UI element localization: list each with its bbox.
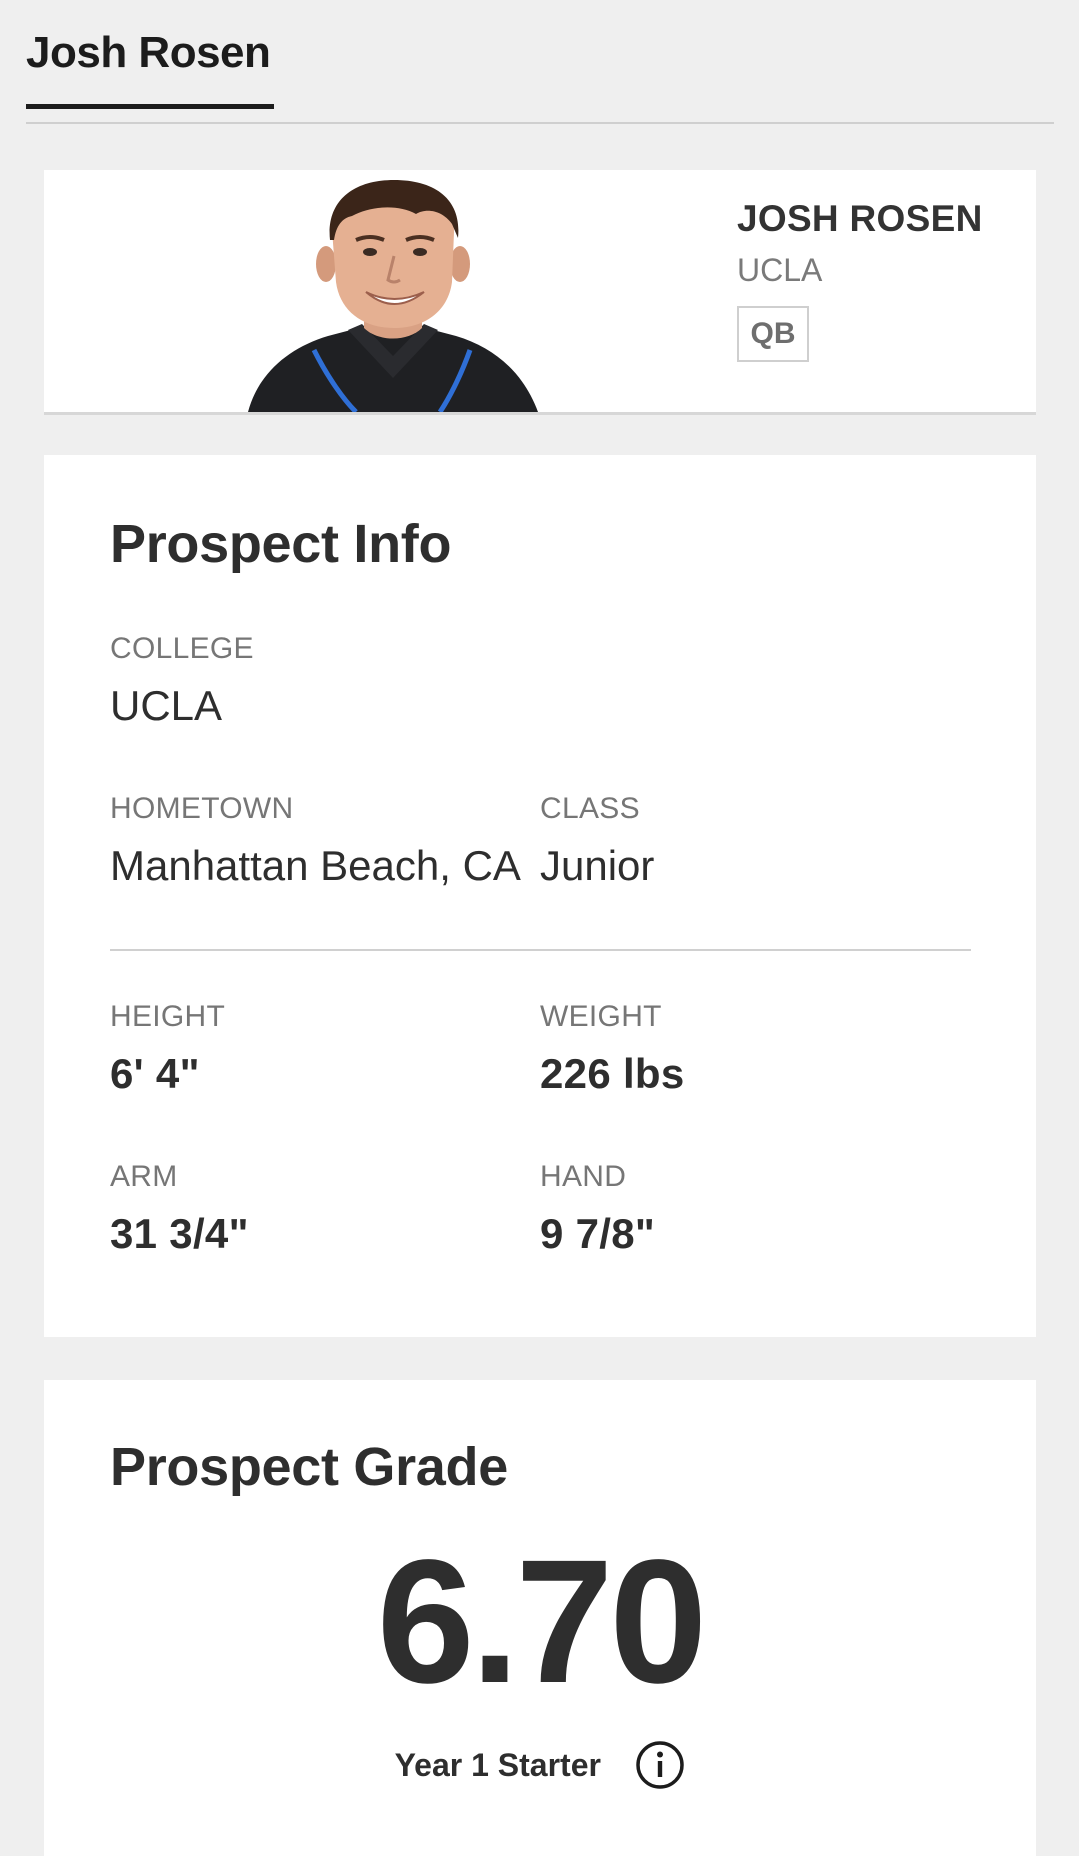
height-label: HEIGHT <box>110 1000 226 1033</box>
arm-field: ARM 31 3/4" <box>110 1159 249 1259</box>
grade-description: Year 1 Starter <box>394 1747 601 1783</box>
player-header-card: JOSH ROSEN UCLA QB <box>44 170 1036 415</box>
player-headshot <box>248 180 538 412</box>
prospect-info-card: Prospect Info COLLEGE UCLA HOMETOWN Manh… <box>44 455 1036 1337</box>
college-value: UCLA <box>110 682 223 729</box>
grade-value: 6.70 <box>376 1524 708 1720</box>
weight-label: WEIGHT <box>540 1000 662 1033</box>
hand-label: HAND <box>540 1160 627 1193</box>
player-name: JOSH ROSEN <box>737 198 983 239</box>
hand-field: HAND 9 7/8" <box>540 1159 655 1259</box>
player-meta: JOSH ROSEN UCLA QB <box>737 196 1027 362</box>
hometown-label: HOMETOWN <box>110 792 294 825</box>
height-field: HEIGHT 6' 4" <box>110 999 225 1099</box>
prospect-grade-card: Prospect Grade 6.70 Year 1 Starter <box>44 1380 1036 1856</box>
arm-label: ARM <box>110 1160 178 1193</box>
prospect-grade-title: Prospect Grade <box>110 1437 508 1497</box>
weight-value: 226 lbs <box>540 1050 685 1097</box>
college-field: COLLEGE UCLA <box>110 631 254 731</box>
weight-field: WEIGHT 226 lbs <box>540 999 685 1099</box>
hometown-value: Manhattan Beach, CA <box>110 842 521 889</box>
class-field: CLASS Junior <box>540 791 654 891</box>
hand-value: 9 7/8" <box>540 1210 656 1257</box>
class-value: Junior <box>540 842 655 889</box>
hometown-field: HOMETOWN Manhattan Beach, CA <box>110 791 521 891</box>
info-circle-icon[interactable] <box>635 1740 685 1790</box>
grade-description-row: Year 1 Starter <box>44 1740 1036 1796</box>
position-badge: QB <box>737 306 809 362</box>
college-label: COLLEGE <box>110 632 254 665</box>
tab-josh-rosen[interactable]: Josh Rosen <box>26 24 275 109</box>
player-school: UCLA <box>737 252 823 288</box>
arm-value: 31 3/4" <box>110 1210 249 1257</box>
player-tab-bar: Josh Rosen <box>26 0 1054 124</box>
class-label: CLASS <box>540 792 640 825</box>
info-divider <box>110 949 971 951</box>
height-value: 6' 4" <box>110 1050 200 1097</box>
prospect-info-title: Prospect Info <box>110 514 452 574</box>
